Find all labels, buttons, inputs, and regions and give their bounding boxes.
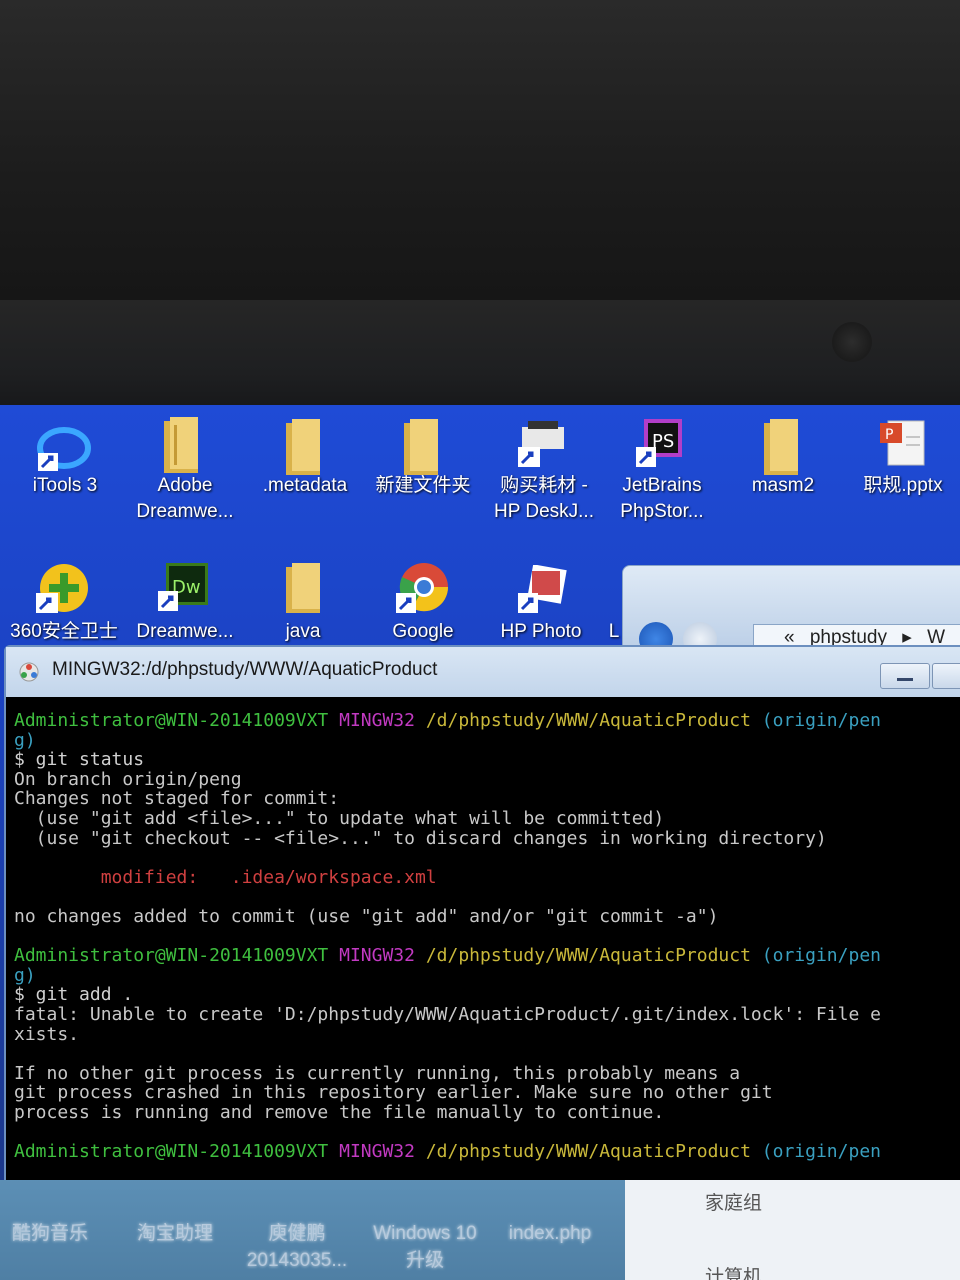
minimize-button[interactable] (880, 663, 930, 689)
prompt-sys: MINGW32 (339, 1141, 415, 1163)
phpstorm-icon[interactable]: PS (636, 417, 686, 473)
desktop-label-hp-photo[interactable]: HP Photo (486, 619, 596, 645)
prompt-wrap: g) (14, 964, 36, 986)
desktop-label-hp-supplies[interactable]: 购买耗材 - HP DeskJ... (484, 473, 604, 525)
prompt-user: Administrator@WIN-20141009VXT (14, 1141, 329, 1163)
prompt-path: /d/phpstudy/WWW/AquaticProduct (425, 945, 751, 967)
desktop-label-phpstorm[interactable]: JetBrains PhpStor... (600, 473, 724, 525)
desktop-label-360[interactable]: 360安全卫士 (2, 619, 126, 645)
desktop-label-adobe[interactable]: Adobe Dreamwe... (120, 473, 250, 525)
error-line: fatal: Unable to create 'D:/phpstudy/WWW… (14, 1003, 881, 1025)
maximize-button[interactable] (932, 663, 960, 689)
itools-icon[interactable] (36, 423, 92, 477)
output-line: On branch origin/peng (14, 768, 242, 790)
desktop-label-index-php[interactable]: index.php (490, 1220, 610, 1247)
computer-item[interactable]: 计算机 (705, 1262, 762, 1280)
prompt-path: /d/phpstudy/WWW/AquaticProduct (425, 711, 751, 731)
desktop-label-google[interactable]: Google (368, 619, 478, 645)
terminal-title: MINGW32:/d/phpstudy/WWW/AquaticProduct (52, 659, 438, 680)
output-line: no changes added to commit (use "git add… (14, 905, 719, 927)
homegroup-item[interactable]: 家庭组 (705, 1188, 762, 1215)
output-line: process is running and remove the file m… (14, 1101, 665, 1123)
desktop-label-cut: L (608, 621, 620, 642)
prompt-user: Administrator@WIN-20141009VXT (14, 711, 329, 731)
dreamweaver-icon[interactable]: Dw (158, 561, 210, 617)
svg-text:P: P (885, 427, 893, 443)
prompt-sys: MINGW32 (339, 945, 415, 967)
output-line: (use "git add <file>..." to update what … (14, 807, 665, 829)
monitor-bezel (0, 300, 960, 405)
folder-icon[interactable] (282, 561, 326, 619)
folder-icon[interactable] (282, 417, 326, 481)
output-line: Changes not staged for commit: (14, 788, 340, 810)
prompt-branch: (origin/pen (761, 1141, 881, 1163)
command-line: $ git status (14, 749, 145, 771)
webcam-icon (832, 322, 872, 362)
360-security-icon[interactable] (36, 561, 92, 619)
desktop-label-pptx[interactable]: 职规.pptx (848, 473, 958, 499)
desktop-label-new-folder[interactable]: 新建文件夹 (368, 473, 478, 499)
explorer-window[interactable]: « phpstudy ▸ W (622, 565, 960, 657)
mingw-icon (18, 661, 40, 683)
desktop-label-metadata[interactable]: .metadata (250, 473, 360, 499)
output-line: git process crashed in this repository e… (14, 1082, 773, 1104)
error-line: xists. (14, 1023, 80, 1045)
background-wall (0, 0, 960, 300)
desktop-label-taobao[interactable]: 淘宝助理 (120, 1220, 230, 1247)
desktop-screen: iTools 3 Adobe Dreamwe... .metadata 新建文件夹… (0, 405, 960, 1280)
folder-icon[interactable] (160, 415, 204, 479)
prompt-sys: MINGW32 (339, 711, 415, 731)
desktop-label-windows10[interactable]: Windows 10 升级 (360, 1220, 490, 1274)
command-line: $ git add . (14, 984, 134, 1006)
desktop-label-masm2[interactable]: masm2 (728, 473, 838, 499)
output-line: (use "git checkout -- <file>..." to disc… (14, 827, 827, 849)
git-bash-window[interactable]: MINGW32:/d/phpstudy/WWW/AquaticProduct A… (4, 645, 960, 1184)
hp-photo-icon[interactable] (518, 564, 570, 621)
terminal-output[interactable]: Administrator@WIN-20141009VXT MINGW32 /d… (14, 711, 960, 1181)
pptx-file-icon[interactable]: P (880, 417, 928, 471)
desktop-label-kugou[interactable]: 酷狗音乐 (0, 1220, 100, 1247)
desktop-label-java[interactable]: java (248, 619, 358, 645)
folder-icon[interactable] (400, 417, 444, 481)
prompt-branch: (origin/pen (761, 711, 881, 731)
modified-file-line: modified: .idea/workspace.xml (14, 866, 437, 888)
prompt-path: /d/phpstudy/WWW/AquaticProduct (425, 1141, 751, 1163)
desktop-label-itools[interactable]: iTools 3 (10, 473, 120, 499)
desktop-label-user-folder[interactable]: 庾健鹏 20143035... (232, 1220, 362, 1274)
prompt-wrap: g) (14, 729, 36, 751)
output-line: If no other git process is currently run… (14, 1062, 741, 1084)
prompt-user: Administrator@WIN-20141009VXT (14, 945, 329, 967)
printer-shortcut-icon[interactable] (518, 419, 568, 473)
desktop-label-dreamweaver[interactable]: Dreamwe... (122, 619, 248, 645)
folder-icon[interactable] (760, 417, 804, 481)
terminal-titlebar[interactable]: MINGW32:/d/phpstudy/WWW/AquaticProduct (6, 647, 960, 697)
chrome-icon[interactable] (396, 561, 450, 619)
explorer-navigation-pane: 家庭组 计算机 (625, 1180, 960, 1280)
prompt-branch: (origin/pen (761, 945, 881, 967)
